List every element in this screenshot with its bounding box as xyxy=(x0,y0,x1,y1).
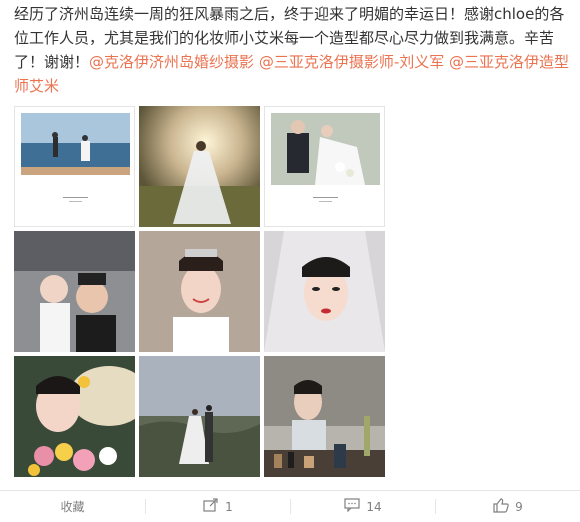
photo-bride-closeup[interactable] xyxy=(264,231,385,352)
comment-count: 14 xyxy=(366,499,382,514)
like-button[interactable]: 9 xyxy=(436,491,580,522)
repost-count: 1 xyxy=(225,499,233,514)
photo-couple-flowers[interactable] xyxy=(264,106,385,227)
thumbs-up-icon xyxy=(493,497,509,516)
photo-seaside-couple[interactable] xyxy=(14,106,135,227)
favorite-label: 收藏 xyxy=(60,500,85,514)
action-bar: 收藏 1 14 9 xyxy=(0,491,580,522)
comment-icon xyxy=(344,498,360,515)
photo-bride-sunset-field[interactable] xyxy=(139,106,260,227)
photo-bride-smile-veil[interactable] xyxy=(139,231,260,352)
repost-button[interactable]: 1 xyxy=(146,491,290,522)
photo-selfie-couple[interactable] xyxy=(14,231,135,352)
post-text: 经历了济州岛连续一周的狂风暴雨之后，终于迎来了明媚的幸运日！感谢chloe的各位… xyxy=(14,2,570,98)
repost-icon xyxy=(203,498,219,515)
mention-link[interactable]: @三亚克洛伊摄影师-刘义军 xyxy=(259,53,444,71)
photo-grid xyxy=(14,106,386,478)
photo-couple-landscape[interactable] xyxy=(139,356,260,477)
photo-makeup-mirror[interactable] xyxy=(264,356,385,477)
mention-link[interactable]: @克洛伊济州岛婚纱摄影 xyxy=(89,53,254,71)
favorite-button[interactable]: 收藏 xyxy=(0,491,145,522)
comment-button[interactable]: 14 xyxy=(291,491,435,522)
photo-bride-flowers-selfie[interactable] xyxy=(14,356,135,477)
like-count: 9 xyxy=(515,499,523,514)
